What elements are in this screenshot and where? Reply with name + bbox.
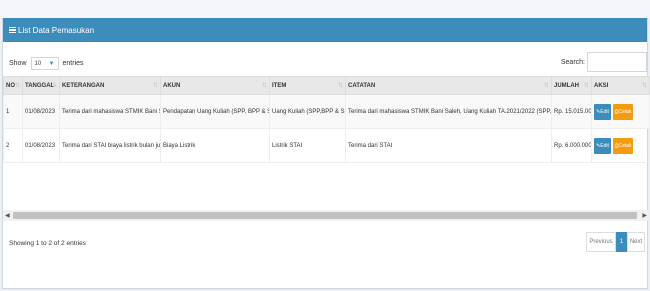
print-button[interactable]: ⎙ Cetak (613, 103, 633, 120)
cell-item: Uang Kuliah (SPP,BPP & SKS ) (269, 94, 346, 129)
cell-tanggal: 01/08/2023 (22, 94, 60, 129)
table-toolbar: Show 10 ▼ entries Search: (3, 42, 647, 76)
cell-tanggal: 01/08/2023 (22, 128, 60, 163)
sort-icon: ⇅ (543, 83, 549, 89)
data-table: NO ⇅ TANGGAL ⇅ KETERANGAN ⇅ AKUN ⇅ ITEM ⇅ CAT… (3, 76, 650, 163)
column-header-aksi[interactable]: AKSI ⇅ (591, 76, 650, 95)
sort-icon: ⇅ (152, 83, 158, 89)
chevron-down-icon: ▼ (48, 60, 55, 67)
list-icon (9, 27, 16, 34)
cell-no: 2 (3, 128, 23, 163)
sort-icon: ⇅ (337, 83, 343, 89)
sort-icon: ⇅ (261, 83, 267, 89)
column-header-tanggal[interactable]: TANGGAL ⇅ (22, 76, 60, 95)
edit-button[interactable]: ✎ Edit (594, 137, 611, 154)
sort-icon: ⇅ (14, 83, 20, 89)
table-row: 2 01/08/2023 Terima dari STAI biaya list… (3, 128, 650, 163)
cell-jumlah: Rp. 15.015.000 (551, 94, 592, 129)
search-label: Search: (560, 58, 585, 66)
sort-icon: ⇅ (51, 83, 57, 89)
column-header-jumlah[interactable]: JUMLAH ⇅ (551, 76, 592, 95)
top-strip (0, 0, 650, 18)
sort-icon: ⇅ (583, 83, 589, 89)
table-header-row: NO ⇅ TANGGAL ⇅ KETERANGAN ⇅ AKUN ⇅ ITEM ⇅ CAT… (3, 76, 650, 95)
print-button[interactable]: ⎙ Cetak (613, 137, 633, 154)
scroll-left-icon[interactable]: ◀ (5, 212, 10, 219)
panel-header: List Data Pemasukan (3, 18, 647, 42)
page-size-select[interactable]: 10 ▼ (30, 57, 59, 70)
cell-keterangan: Terima dari STAI biaya listrik bulan jun… (59, 128, 161, 163)
data-panel: List Data Pemasukan Show 10 ▼ entries Se… (2, 18, 650, 289)
cell-aksi: ✎ Edit ⎙ Cetak (591, 94, 650, 129)
horizontal-scrollbar[interactable]: ◀ ▶ (3, 210, 649, 221)
next-page-button[interactable]: Next (627, 232, 645, 252)
page: List Data Pemasukan Show 10 ▼ entries Se… (0, 0, 650, 291)
entries-label: entries (62, 60, 84, 67)
scroll-right-icon[interactable]: ▶ (642, 212, 647, 219)
column-header-keterangan[interactable]: KETERANGAN ⇅ (59, 76, 161, 95)
scrollbar-thumb[interactable] (13, 212, 637, 219)
edit-button[interactable]: ✎ Edit (594, 103, 611, 120)
cell-akun: Pendapatan Uang Kuliah (SPP, BPP & SKS) (160, 94, 270, 129)
cell-jumlah: Rp. 6.000.000 (551, 128, 592, 163)
column-header-catatan[interactable]: CATATAN ⇅ (345, 76, 552, 95)
cell-catatan: Terima dari STAI (345, 128, 552, 163)
table-info: Showing 1 to 2 of 2 entries (9, 240, 86, 247)
cell-no: 1 (3, 94, 23, 129)
search-control: Search: (561, 52, 647, 72)
page-size-value: 10 (34, 60, 42, 67)
cell-keterangan: Terima dari mahasiswa STMIK Bani Saleh (59, 94, 161, 129)
cell-catatan: Terima dari mahasiswa STMIK Bani Saleh, … (345, 94, 552, 129)
column-header-akun[interactable]: AKUN ⇅ (160, 76, 270, 95)
cell-akun: Biaya Listrik (160, 128, 270, 163)
panel-title: List Data Pemasukan (18, 25, 95, 35)
previous-page-button[interactable]: Previous (586, 232, 616, 252)
pagination: Previous 1 Next (586, 232, 645, 252)
column-header-no[interactable]: NO ⇅ (3, 76, 23, 95)
page-1-button[interactable]: 1 (616, 232, 627, 252)
page-size-control: Show 10 ▼ entries (9, 57, 84, 70)
cell-item: Listrik STAI (269, 128, 346, 163)
show-label: Show (9, 60, 27, 67)
table-row: 1 01/08/2023 Terima dari mahasiswa STMIK… (3, 94, 650, 129)
cell-aksi: ✎ Edit ⎙ Cetak (591, 128, 650, 163)
column-header-item[interactable]: ITEM ⇅ (269, 76, 346, 95)
search-input[interactable] (587, 52, 647, 72)
sort-icon: ⇅ (641, 83, 647, 89)
